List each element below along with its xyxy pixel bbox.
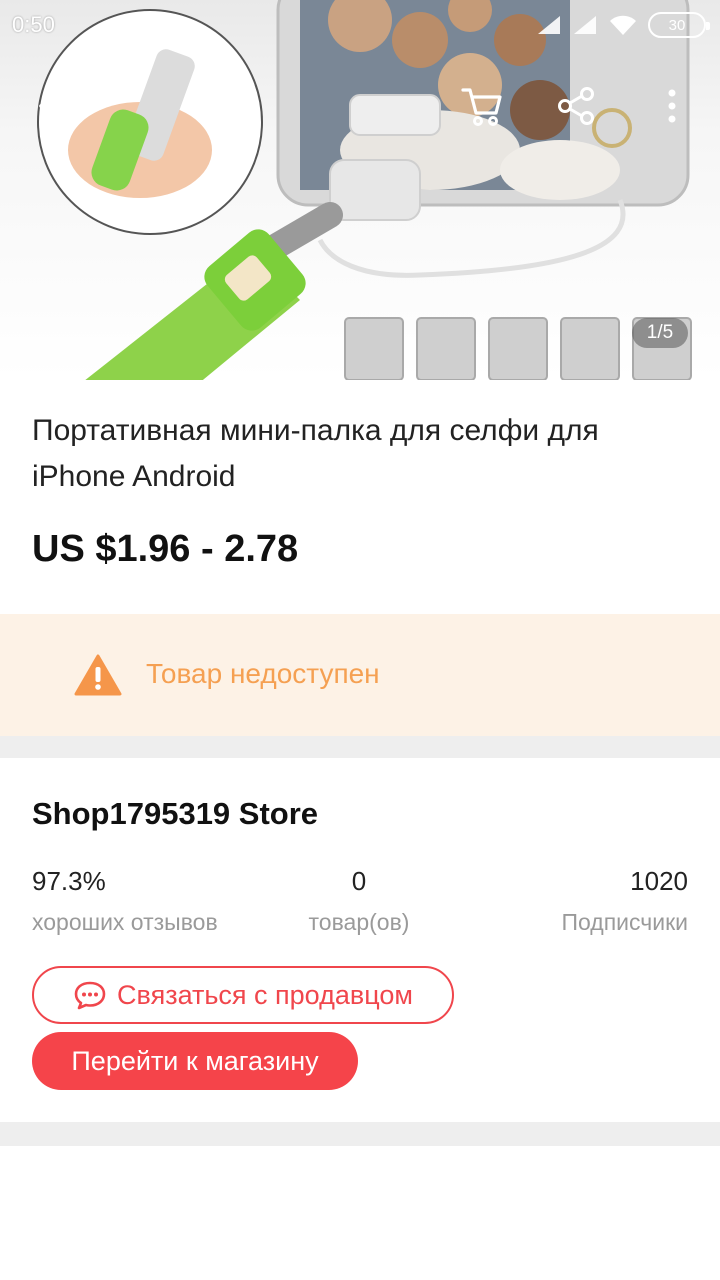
status-time: 0:50 xyxy=(12,12,55,37)
battery-icon: 30 xyxy=(648,12,710,38)
product-photo xyxy=(37,0,692,380)
product-image-gallery[interactable]: 0:50 30 1/5 xyxy=(0,0,720,380)
stat-value: 0 xyxy=(351,866,367,896)
share-button[interactable] xyxy=(548,78,604,134)
back-button[interactable] xyxy=(28,78,84,134)
section-divider xyxy=(0,736,720,758)
signal-icon xyxy=(538,16,560,34)
cart-icon xyxy=(461,88,502,126)
unavailable-banner: Товар недоступен xyxy=(0,614,720,736)
stat-label: товар(ов) xyxy=(308,909,410,935)
visit-store-label: Перейти к магазину xyxy=(71,1045,319,1076)
stat-label: хороших отзывов xyxy=(32,909,218,935)
product-price: US $1.96 - 2.78 xyxy=(32,528,299,570)
visit-store-button[interactable]: Перейти к магазину xyxy=(32,1032,358,1090)
stat-items: 0 товар(ов) xyxy=(304,866,414,936)
product-title: Портативная мини-палка для селфи для iPh… xyxy=(32,414,599,493)
more-options-button[interactable] xyxy=(644,78,700,134)
store-name[interactable]: Shop1795319 Store xyxy=(32,796,318,832)
section-divider xyxy=(0,1122,720,1146)
stat-value: 1020 xyxy=(630,866,688,896)
back-arrow-icon xyxy=(39,91,74,121)
battery-level: 30 xyxy=(668,16,686,34)
share-icon xyxy=(558,87,594,125)
product-info: Портативная мини-палка для селфи для iPh… xyxy=(0,380,720,614)
status-bar: 0:50 30 xyxy=(0,0,720,52)
stat-label: Подписчики xyxy=(561,909,688,935)
stat-value: 97.3% xyxy=(32,866,106,896)
store-card: Shop1795319 Store 97.3% хороших отзывов … xyxy=(0,758,720,1122)
wifi-icon xyxy=(610,15,636,35)
warning-icon xyxy=(74,654,122,696)
stat-positive-feedback: 97.3% хороших отзывов xyxy=(32,866,218,936)
more-vert-icon xyxy=(668,89,676,123)
contact-seller-label: Связаться с продавцом xyxy=(117,979,413,1010)
unavailable-message: Товар недоступен xyxy=(146,658,380,689)
status-icons: 30 xyxy=(536,8,710,42)
cart-button[interactable] xyxy=(454,78,510,134)
contact-seller-button[interactable]: Связаться с продавцом xyxy=(32,966,454,1024)
signal-icon xyxy=(574,16,596,34)
chat-bubble-icon xyxy=(74,981,106,1010)
image-counter: 1/5 xyxy=(632,318,688,348)
stat-followers: 1020 Подписчики xyxy=(561,866,688,936)
